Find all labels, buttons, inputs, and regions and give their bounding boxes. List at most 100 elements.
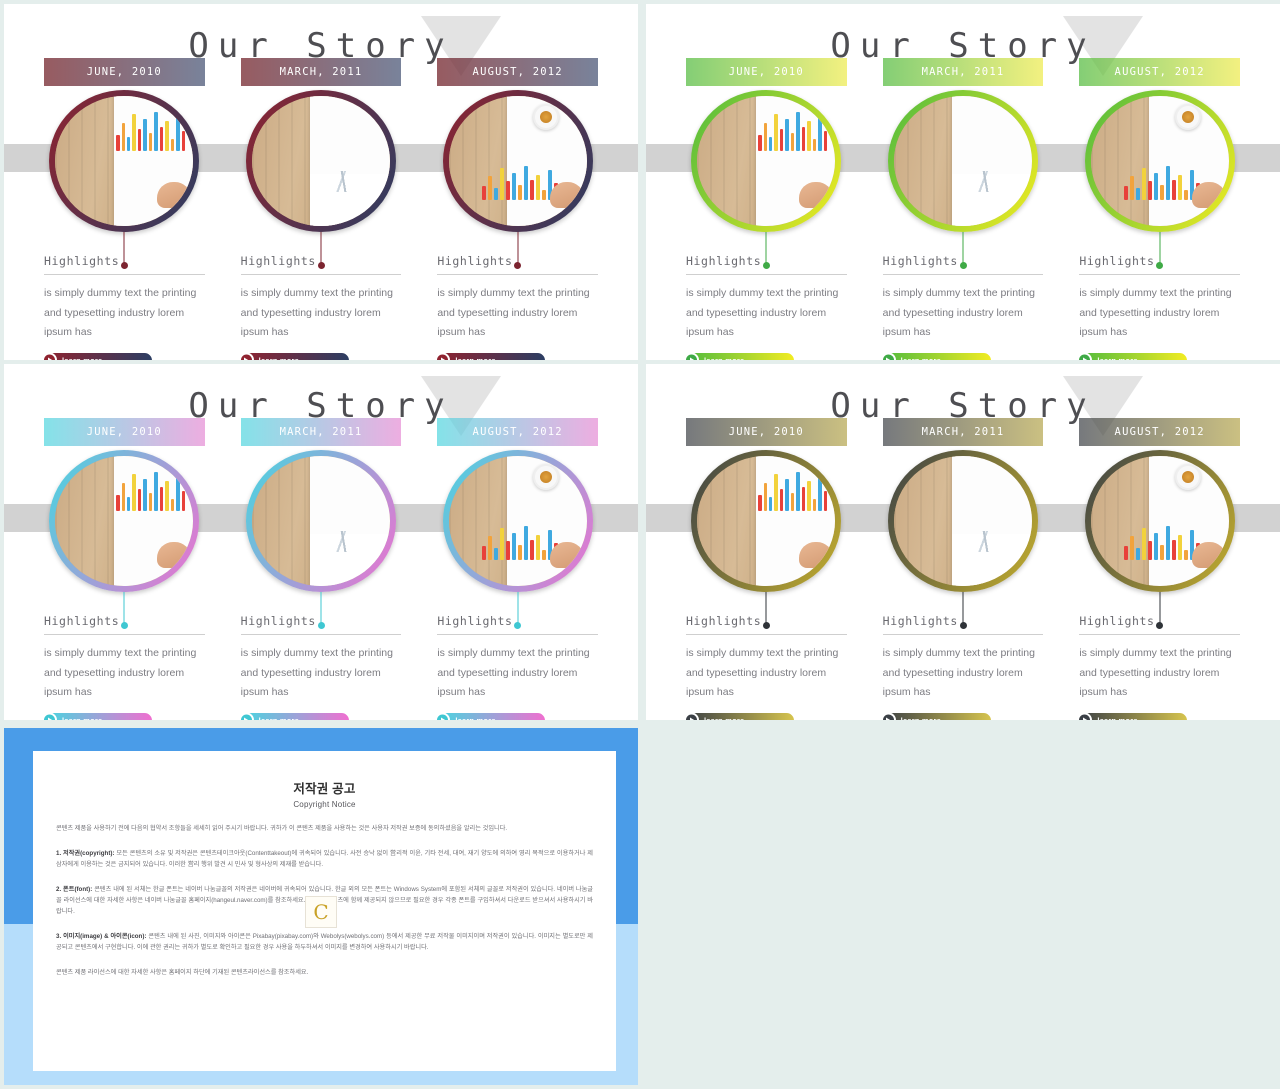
copyright-section-3-heading: 3. 이미지(image) & 아이콘(icon): xyxy=(56,933,147,940)
play-icon xyxy=(42,352,57,360)
watermark-logo: C xyxy=(305,896,337,928)
connector-line xyxy=(765,592,767,624)
circle-ring xyxy=(1084,90,1235,232)
story-slide: Our Story JUNE, 2010 Highlights is simpl… xyxy=(4,364,638,720)
story-photo-circle[interactable] xyxy=(49,90,200,232)
story-body-text: is simply dummy text the printing and ty… xyxy=(1079,287,1232,338)
connector-line xyxy=(1159,592,1161,624)
circle-ring xyxy=(49,90,200,232)
highlight-divider xyxy=(44,634,205,635)
connector-line xyxy=(962,592,964,624)
copyright-section-1-heading: 1. 저작권(copyright): xyxy=(56,850,115,857)
copyright-intro: 콘텐츠 제품을 사용하기 전에 다음의 협약서 조항들을 세세히 읽어 주시기 … xyxy=(56,825,508,832)
circle-photo xyxy=(252,96,390,226)
connector-line xyxy=(765,232,767,264)
play-icon xyxy=(684,352,699,360)
highlight-divider xyxy=(686,274,847,275)
connector-dot xyxy=(120,262,128,269)
connector-dot xyxy=(317,262,325,269)
circle-photo xyxy=(894,96,1032,226)
story-photo-circle[interactable] xyxy=(49,450,200,592)
play-icon xyxy=(238,712,254,720)
learn-more-button[interactable]: learn more xyxy=(238,352,349,360)
story-body-text: is simply dummy text the printing and ty… xyxy=(686,647,839,698)
learn-more-label: learn more xyxy=(1097,715,1138,721)
circle-ring xyxy=(888,90,1038,232)
slide-title: Our Story xyxy=(830,386,1096,426)
copyright-section-3: 3. 이미지(image) & 아이콘(icon): 콘텐츠 내에 된 사진, … xyxy=(56,931,593,953)
story-slide: Our Story JUNE, 2010 Highlights is simpl… xyxy=(646,364,1280,720)
connector-line xyxy=(517,592,519,624)
connector-line xyxy=(320,232,322,264)
photo-coffee-cup xyxy=(533,103,560,130)
circle-ring xyxy=(442,90,593,232)
copyright-slide: 저작권 공고 Copyright Notice 콘텐츠 제품을 사용하기 전에 … xyxy=(4,728,638,1085)
highlight-divider xyxy=(240,274,402,275)
circle-ring xyxy=(49,450,200,592)
story-photo-circle[interactable] xyxy=(1084,450,1235,592)
connector-line xyxy=(962,232,964,264)
learn-more-button[interactable]: learn more xyxy=(1077,352,1188,360)
learn-more-button[interactable]: learn more xyxy=(435,352,546,360)
circle-photo xyxy=(252,456,390,586)
learn-more-button[interactable]: learn more xyxy=(1077,712,1188,721)
highlight-divider xyxy=(240,634,402,635)
learn-more-label: learn more xyxy=(258,715,300,721)
copyright-section-1: 1. 저작권(copyright): 모든 콘텐츠의 소유 및 저작권은 콘텐츠… xyxy=(56,848,593,870)
photo-hand xyxy=(549,181,584,208)
story-photo-circle[interactable] xyxy=(691,450,842,592)
learn-more-button[interactable]: learn more xyxy=(238,712,349,721)
story-photo-circle[interactable] xyxy=(691,90,842,232)
learn-more-label: learn more xyxy=(900,355,942,361)
slide-title: Our Story xyxy=(188,386,454,426)
copyright-subtitle: Copyright Notice xyxy=(293,800,356,809)
story-slide: Our Story JUNE, 2010 Highlights is simpl… xyxy=(4,4,638,360)
play-icon xyxy=(880,352,896,360)
connector-dot xyxy=(959,622,967,629)
photo-line-chart xyxy=(312,171,379,193)
circle-photo xyxy=(448,456,587,586)
photo-line-chart xyxy=(954,171,1021,193)
learn-more-button[interactable]: learn more xyxy=(42,352,152,360)
photo-line-chart xyxy=(312,531,379,553)
connector-dot xyxy=(120,622,128,629)
learn-more-button[interactable]: learn more xyxy=(435,712,546,721)
story-body-text: is simply dummy text the printing and ty… xyxy=(437,647,590,698)
learn-more-button[interactable]: learn more xyxy=(42,712,152,721)
copyright-section-1-text: 모든 콘텐츠의 소유 및 저작권은 콘텐츠테이크아웃(Contenttakeou… xyxy=(56,850,593,868)
photo-bar-chart xyxy=(116,471,186,511)
circle-photo xyxy=(1090,96,1229,226)
play-icon xyxy=(42,712,57,720)
story-photo-circle[interactable] xyxy=(246,90,396,232)
story-photo-circle[interactable] xyxy=(246,450,396,592)
connector-dot xyxy=(317,622,325,629)
circle-photo xyxy=(697,96,836,226)
story-body-text: is simply dummy text the printing and ty… xyxy=(437,287,590,338)
circle-photo xyxy=(894,456,1032,586)
play-icon xyxy=(435,352,451,360)
learn-more-button[interactable]: learn more xyxy=(684,712,794,720)
copyright-footer: 콘텐츠 제품 라이선스에 대한 자세한 사항은 홈페이지 하단에 기재된 콘텐츠… xyxy=(56,969,309,976)
learn-more-label: learn more xyxy=(62,715,103,721)
story-photo-circle[interactable] xyxy=(888,90,1038,232)
circle-ring xyxy=(246,90,396,232)
story-photo-circle[interactable] xyxy=(442,450,593,592)
connector-dot xyxy=(762,622,770,629)
connector-dot xyxy=(762,262,770,269)
copyright-section-2-heading: 2. 폰트(font): xyxy=(56,886,93,893)
learn-more-button[interactable]: learn more xyxy=(684,352,794,360)
learn-more-button[interactable]: learn more xyxy=(880,712,991,720)
slide-title: Our Story xyxy=(830,26,1096,66)
photo-line-chart xyxy=(954,531,1021,553)
highlight-divider xyxy=(1079,274,1241,275)
story-photo-circle[interactable] xyxy=(1084,90,1235,232)
story-body-text: is simply dummy text the printing and ty… xyxy=(240,287,393,338)
story-photo-circle[interactable] xyxy=(442,90,593,232)
story-slide: Our Story JUNE, 2010 Highlights is simpl… xyxy=(646,4,1280,360)
play-icon xyxy=(880,712,896,720)
learn-more-button[interactable]: learn more xyxy=(880,352,991,361)
story-photo-circle[interactable] xyxy=(888,450,1038,592)
presentation-stage: Our Story JUNE, 2010 Highlights is simpl… xyxy=(0,0,1280,1089)
story-body-text: is simply dummy text the printing and ty… xyxy=(1079,647,1232,698)
learn-more-label: learn more xyxy=(455,715,496,721)
